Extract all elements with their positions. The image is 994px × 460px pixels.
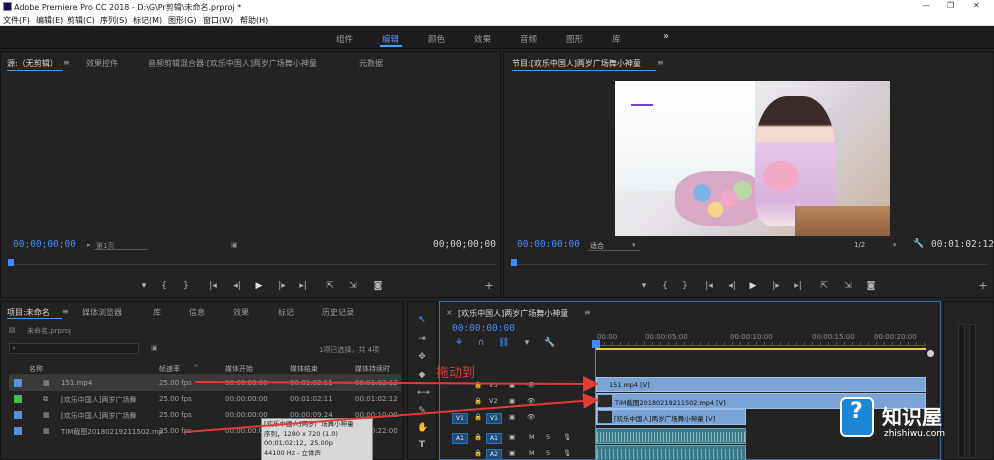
drag-annotation-label: 拖动到 <box>436 366 476 381</box>
drag-arrows <box>184 375 599 433</box>
arrow-to-v2 <box>184 392 599 433</box>
watermark-title: 知识屋 <box>882 405 942 429</box>
watermark-question-icon: ? <box>850 399 863 424</box>
watermark: ? 知识屋 zhishiwu.com <box>838 393 990 451</box>
arrow-to-v3 <box>194 375 599 392</box>
watermark-url: zhishiwu.com <box>884 429 945 439</box>
